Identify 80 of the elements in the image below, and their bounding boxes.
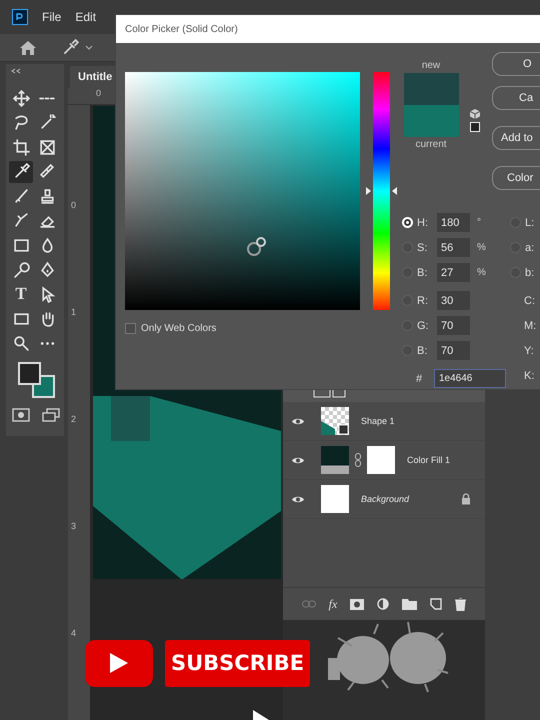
value-field[interactable]: 180 — [437, 213, 470, 232]
checkbox[interactable] — [125, 323, 136, 334]
color-swatches-drawing[interactable] — [18, 362, 56, 400]
collapse-icon[interactable] — [11, 68, 21, 74]
field-label: b: — [525, 266, 536, 278]
eye-icon[interactable] — [291, 416, 305, 426]
app-logo-icon[interactable] — [12, 9, 28, 25]
layer-name: Shape 1 — [361, 416, 396, 426]
layer-row[interactable]: Shape 1 — [283, 402, 485, 441]
fx-button[interactable]: fx — [328, 596, 338, 612]
unit-label: ° — [477, 217, 481, 228]
field-label: B: — [417, 344, 428, 356]
folder-icon[interactable] — [402, 598, 418, 610]
square-icon[interactable] — [470, 122, 480, 132]
eyedropper-icon[interactable] — [9, 160, 33, 183]
swatch-label: current — [415, 138, 447, 152]
layer-row[interactable]: Background — [283, 480, 485, 519]
layer-name: Background — [361, 494, 410, 504]
field-label: S: — [417, 242, 428, 254]
subscribe-button[interactable]: SUBSCRIBE — [165, 640, 310, 686]
menu-item[interactable]: File — [42, 10, 62, 24]
value-field[interactable]: 27 — [437, 263, 470, 282]
unit-label: % — [477, 267, 486, 278]
field-label: # — [415, 372, 424, 384]
eye-icon[interactable] — [291, 494, 305, 504]
slider-thumb-icon[interactable] — [366, 186, 397, 196]
mask-icon[interactable] — [350, 598, 364, 610]
field-label: H: — [417, 216, 429, 228]
ruler-number: 2 — [71, 414, 76, 424]
caret-icon[interactable] — [85, 44, 93, 50]
ruler-number: 4 — [71, 628, 76, 638]
ruler-number: 1 — [71, 307, 76, 317]
layer-mask-thumbnail — [367, 446, 395, 474]
field-label: Y: — [524, 344, 535, 356]
field-label: B: — [417, 266, 428, 278]
chain-icon — [355, 453, 361, 467]
adjustment-icon[interactable] — [377, 598, 390, 610]
color-marker-icon[interactable] — [246, 234, 268, 257]
layer-thumbnail — [321, 407, 349, 435]
home-icon[interactable] — [19, 40, 37, 56]
field-label: a: — [525, 242, 536, 254]
checkbox-label: Only Web Colors — [141, 323, 216, 334]
value-field[interactable]: 70 — [437, 341, 470, 360]
cursor-icon — [252, 710, 270, 720]
layer-thumbnail — [321, 446, 349, 474]
value-field[interactable]: 70 — [437, 316, 470, 335]
field-label: K: — [524, 370, 536, 382]
dialog-button[interactable]: Add to — [492, 126, 540, 150]
unit-label: % — [477, 242, 486, 253]
trash-icon[interactable] — [455, 598, 466, 610]
swatch-label: new — [422, 59, 440, 73]
menu-item[interactable]: Edit — [75, 10, 96, 24]
quick-mask-icon[interactable] — [12, 408, 30, 422]
field-label: L: — [525, 216, 536, 228]
new-layer-icon[interactable] — [430, 598, 442, 610]
dialog-button[interactable]: Color — [492, 166, 540, 190]
layer-thumbnail — [321, 485, 349, 513]
field-label: M: — [524, 320, 538, 332]
dialog-title: Color Picker (Solid Color) — [125, 24, 238, 34]
dialog-button[interactable]: O — [492, 52, 540, 76]
eye-icon[interactable] — [291, 456, 305, 464]
layer-row[interactable]: Color Fill 1 — [283, 441, 485, 480]
play-button[interactable] — [85, 640, 153, 686]
eyedropper-icon[interactable] — [61, 38, 79, 56]
layer-name: Color Fill 1 — [407, 455, 452, 465]
ruler-number: 0 — [96, 88, 102, 100]
field-label: C: — [524, 294, 536, 306]
value-field[interactable]: 56 — [437, 238, 470, 257]
field-label: G: — [417, 320, 430, 332]
ruler-number: 0 — [71, 200, 76, 210]
play-icon — [109, 652, 129, 674]
hex-field[interactable]: 1e4646 — [434, 369, 506, 388]
type-tool[interactable]: T — [9, 283, 33, 306]
value-field[interactable]: 30 — [437, 291, 470, 310]
ruler-number: 3 — [71, 521, 76, 531]
field-label: R: — [417, 294, 429, 306]
screen-mode-icon[interactable] — [42, 408, 60, 422]
color-field[interactable] — [125, 72, 360, 310]
dialog-button[interactable]: Ca — [492, 86, 540, 110]
cube-icon[interactable] — [470, 109, 480, 119]
